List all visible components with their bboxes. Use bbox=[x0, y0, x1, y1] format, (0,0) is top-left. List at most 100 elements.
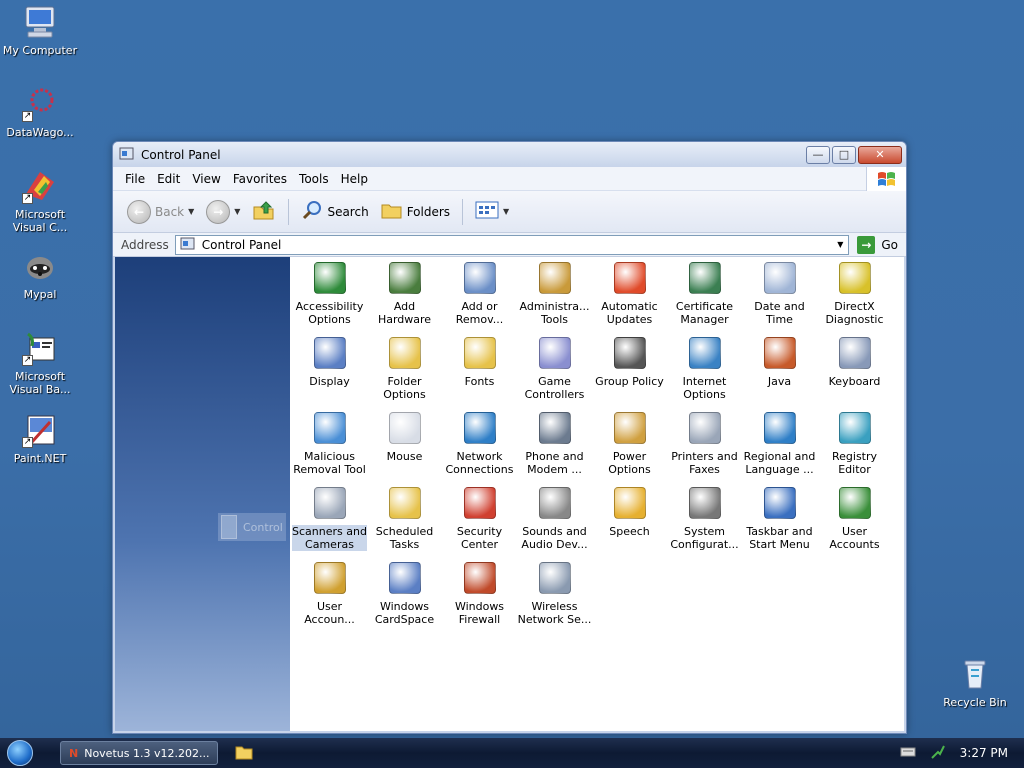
title-bar[interactable]: Control Panel — □ ✕ bbox=[113, 142, 906, 167]
cp-item[interactable]: Windows Firewall bbox=[442, 562, 517, 626]
desktop-icon-my-computer[interactable]: My Computer bbox=[0, 4, 80, 57]
scanner-camera-icon bbox=[313, 487, 346, 519]
cp-item[interactable]: Administra... Tools bbox=[517, 262, 592, 326]
datawago-icon: ↗ bbox=[22, 86, 58, 122]
cp-item[interactable]: Keyboard bbox=[817, 337, 892, 388]
clock-icon bbox=[763, 262, 796, 294]
cp-item[interactable]: Windows CardSpace bbox=[367, 562, 442, 626]
display-icon bbox=[313, 337, 346, 369]
cp-item[interactable]: System Configurat... bbox=[667, 487, 742, 551]
registry-icon bbox=[838, 412, 871, 444]
cp-item[interactable]: Security Center bbox=[442, 487, 517, 551]
cp-item[interactable]: Power Options bbox=[592, 412, 667, 476]
cp-item-label: Keyboard bbox=[828, 375, 881, 388]
cp-item[interactable]: Malicious Removal Tool bbox=[292, 412, 367, 476]
group-policy-icon bbox=[613, 337, 646, 369]
go-label: Go bbox=[881, 237, 898, 252]
menu-favorites[interactable]: Favorites bbox=[227, 170, 293, 188]
cp-item[interactable]: Speech bbox=[592, 487, 667, 538]
internet-options-icon bbox=[688, 337, 721, 369]
content-area: Accessibility Options Add Hardware Add or … bbox=[115, 257, 904, 731]
cp-item-label: Java bbox=[767, 375, 792, 388]
cp-item[interactable]: Taskbar and Start Menu bbox=[742, 487, 817, 551]
chevron-down-icon[interactable]: ▼ bbox=[832, 236, 848, 254]
desktop-icon-visual-c[interactable]: ↗ Microsoft Visual C... bbox=[0, 168, 80, 234]
desktop-icon-visual-basic[interactable]: ↗ Microsoft Visual Ba... bbox=[0, 330, 80, 396]
cp-item-label: System Configurat... bbox=[670, 525, 739, 551]
cp-item[interactable]: Mouse bbox=[367, 412, 442, 463]
shield-icon bbox=[463, 487, 496, 519]
cp-item[interactable]: Add or Remov... bbox=[442, 262, 517, 326]
forward-button[interactable]: → ▼ bbox=[202, 198, 244, 226]
cp-item-label: Internet Options bbox=[682, 375, 727, 401]
chevron-down-icon[interactable]: ▼ bbox=[188, 207, 194, 216]
cp-item-label: Add Hardware bbox=[377, 300, 432, 326]
cp-item[interactable]: Folder Options bbox=[367, 337, 442, 401]
cp-item[interactable]: Fonts bbox=[442, 337, 517, 388]
up-folder-button[interactable] bbox=[248, 196, 280, 227]
chevron-down-icon[interactable]: ▼ bbox=[234, 207, 240, 216]
go-button[interactable]: → Go bbox=[849, 235, 906, 254]
cp-item[interactable]: DirectX Diagnostic bbox=[817, 262, 892, 326]
cp-item[interactable]: Sounds and Audio Dev... bbox=[517, 487, 592, 551]
cardspace-icon bbox=[388, 562, 421, 594]
cp-item-label: Power Options bbox=[608, 450, 651, 476]
phone-modem-icon bbox=[538, 412, 571, 444]
cp-item[interactable]: Certificate Manager bbox=[667, 262, 742, 326]
cp-item[interactable]: Scheduled Tasks bbox=[367, 487, 442, 551]
cp-item-label: Administra... Tools bbox=[519, 300, 590, 326]
cp-item[interactable]: Network Connections bbox=[442, 412, 517, 476]
cp-item-label: Taskbar and Start Menu bbox=[746, 525, 813, 551]
desktop-icon-mypal[interactable]: Mypal bbox=[0, 248, 80, 301]
back-button[interactable]: ← Back ▼ bbox=[123, 198, 198, 226]
menu-help[interactable]: Help bbox=[335, 170, 374, 188]
desktop-icon-recycle-bin[interactable]: Recycle Bin bbox=[935, 656, 1015, 709]
windows-flag-icon bbox=[866, 167, 906, 191]
cp-item[interactable]: Printers and Faxes bbox=[667, 412, 742, 476]
cp-item[interactable]: Automatic Updates bbox=[592, 262, 667, 326]
cp-item[interactable]: User Accounts bbox=[817, 487, 892, 551]
cp-item[interactable]: Accessibility Options bbox=[292, 262, 367, 326]
gamepad-icon bbox=[538, 337, 571, 369]
cp-item[interactable]: Registry Editor bbox=[817, 412, 892, 476]
close-button[interactable]: ✕ bbox=[858, 145, 902, 164]
cp-item[interactable]: Scanners and Cameras bbox=[292, 487, 367, 551]
cp-item[interactable]: Wireless Network Se... bbox=[517, 562, 592, 626]
views-button[interactable]: ▼ bbox=[471, 198, 513, 225]
clock[interactable]: 3:27 PM bbox=[960, 746, 1008, 760]
add-hardware-icon bbox=[388, 262, 421, 294]
maximize-button[interactable]: □ bbox=[832, 145, 856, 164]
cp-item[interactable]: User Accoun... bbox=[292, 562, 367, 626]
desktop-icon-paint-net[interactable]: ↗ Paint.NET bbox=[0, 412, 80, 465]
network-tray-icon[interactable] bbox=[930, 744, 946, 763]
desktop-icon-datawago[interactable]: ↗ DataWago... bbox=[0, 86, 80, 139]
taskbar: N Novetus 1.3 v12.202... 3:27 PM bbox=[0, 738, 1024, 768]
novetus-icon: N bbox=[69, 746, 79, 760]
cp-item[interactable]: Display bbox=[292, 337, 367, 388]
keyboard-tray-icon[interactable] bbox=[900, 746, 916, 761]
quick-launch-explorer[interactable] bbox=[232, 743, 256, 763]
shortcut-arrow-icon: ↗ bbox=[22, 111, 33, 122]
cp-item[interactable]: Group Policy bbox=[592, 337, 667, 388]
menu-tools[interactable]: Tools bbox=[293, 170, 335, 188]
folders-button[interactable]: Folders bbox=[377, 198, 454, 225]
menu-edit[interactable]: Edit bbox=[151, 170, 186, 188]
cp-item[interactable]: Java bbox=[742, 337, 817, 388]
taskbar-item-novetus[interactable]: N Novetus 1.3 v12.202... bbox=[60, 741, 218, 765]
address-value: Control Panel bbox=[201, 237, 282, 252]
cp-item[interactable]: Game Controllers bbox=[517, 337, 592, 401]
minimize-button[interactable]: — bbox=[806, 145, 830, 164]
folders-icon bbox=[381, 200, 403, 223]
start-button[interactable] bbox=[0, 738, 40, 768]
cp-item[interactable]: Phone and Modem ... bbox=[517, 412, 592, 476]
cp-item[interactable]: Internet Options bbox=[667, 337, 742, 401]
cp-item[interactable]: Add Hardware bbox=[367, 262, 442, 326]
scheduled-tasks-icon bbox=[388, 487, 421, 519]
cp-item[interactable]: Date and Time bbox=[742, 262, 817, 326]
menu-view[interactable]: View bbox=[186, 170, 226, 188]
administrative-tools-icon bbox=[538, 262, 571, 294]
search-button[interactable]: Search bbox=[297, 197, 372, 226]
menu-file[interactable]: File bbox=[119, 170, 151, 188]
address-field[interactable]: Control Panel ▼ bbox=[174, 234, 850, 255]
cp-item[interactable]: Regional and Language ... bbox=[742, 412, 817, 476]
